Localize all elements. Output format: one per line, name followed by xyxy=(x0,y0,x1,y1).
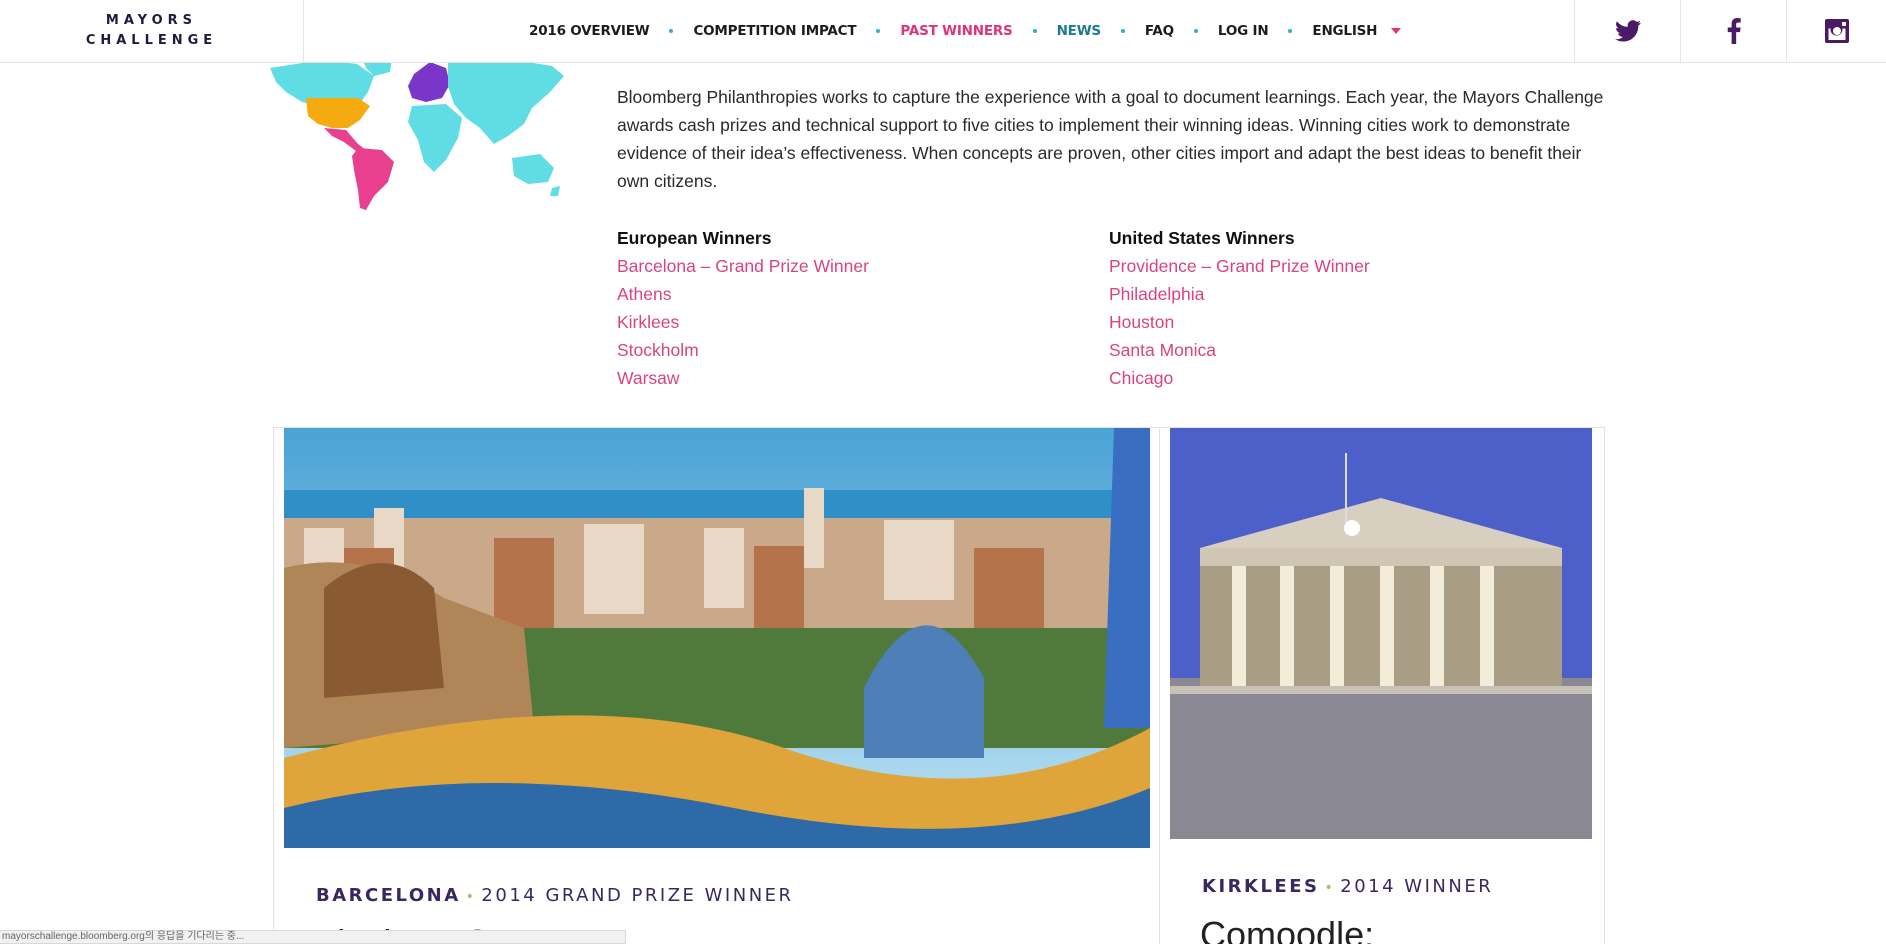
logo-line-1: MAYORS xyxy=(105,13,198,28)
winner-link-santa-monica[interactable]: Santa Monica xyxy=(1109,336,1370,364)
nav-2016-overview[interactable]: 2016 OVERVIEW xyxy=(529,23,650,39)
twitter-icon xyxy=(1614,20,1641,42)
instagram-icon xyxy=(1824,19,1849,43)
us-winners-list: United States Winners Providence – Grand… xyxy=(1109,224,1370,392)
winner-link-stockholm[interactable]: Stockholm xyxy=(617,336,869,364)
winner-card-barcelona[interactable]: BARCELONA•2014 GRAND PRIZE WINNER Vincle… xyxy=(273,427,1160,944)
card-meta-barcelona: BARCELONA • 2014 GRAND PRIZE WINNER xyxy=(316,885,794,906)
twitter-link[interactable] xyxy=(1574,0,1680,62)
nav-separator xyxy=(669,29,674,33)
nav-faq[interactable]: FAQ xyxy=(1145,23,1174,39)
nav-separator xyxy=(876,29,881,33)
card-city: KIRKLEES xyxy=(1202,876,1320,897)
browser-status-bar: mayorschallenge.bloomberg.org의 응답을 기다리는 … xyxy=(0,930,626,944)
winner-link-providence[interactable]: Providence – Grand Prize Winner xyxy=(1109,252,1370,280)
winner-link-kirklees[interactable]: Kirklees xyxy=(617,308,869,336)
winner-link-philadelphia[interactable]: Philadelphia xyxy=(1109,280,1370,308)
facebook-icon xyxy=(1727,18,1741,44)
winner-link-houston[interactable]: Houston xyxy=(1109,308,1370,336)
nav-competition-impact[interactable]: COMPETITION IMPACT xyxy=(693,23,856,39)
main-nav: 2016 OVERVIEW COMPETITION IMPACT PAST WI… xyxy=(529,0,1402,62)
nav-separator xyxy=(1120,29,1125,33)
intro-paragraph: Bloomberg Philanthropies works to captur… xyxy=(617,87,1604,191)
european-winners-heading: European Winners xyxy=(617,228,772,248)
card-city: BARCELONA xyxy=(316,885,461,906)
european-winners-list: European Winners Barcelona – Grand Prize… xyxy=(617,224,869,392)
nav-separator xyxy=(1288,29,1293,33)
nav-past-winners[interactable]: PAST WINNERS xyxy=(900,23,1012,39)
facebook-link[interactable] xyxy=(1680,0,1786,62)
winner-link-warsaw[interactable]: Warsaw xyxy=(617,364,869,392)
barcelona-photo xyxy=(284,428,1150,848)
nav-separator xyxy=(1032,29,1037,33)
world-map-illustration xyxy=(270,58,564,210)
card-award: 2014 WINNER xyxy=(1340,876,1494,897)
winner-link-chicago[interactable]: Chicago xyxy=(1109,364,1370,392)
winner-card-kirklees[interactable]: KIRKLEES • 2014 WINNER Comoodle: xyxy=(1159,427,1605,944)
language-select[interactable]: ENGLISH xyxy=(1312,23,1377,39)
us-winners-heading: United States Winners xyxy=(1109,228,1295,248)
winner-link-athens[interactable]: Athens xyxy=(617,280,869,308)
chevron-down-icon[interactable] xyxy=(1391,28,1402,34)
nav-separator xyxy=(1193,29,1198,33)
card-meta-kirklees: KIRKLEES • 2014 WINNER xyxy=(1202,876,1494,897)
card-award: 2014 GRAND PRIZE WINNER xyxy=(481,885,794,906)
instagram-link[interactable] xyxy=(1786,0,1886,62)
nav-log-in[interactable]: LOG IN xyxy=(1218,23,1269,39)
winner-link-barcelona[interactable]: Barcelona – Grand Prize Winner xyxy=(617,252,869,280)
kirklees-photo xyxy=(1170,428,1592,839)
card-title-kirklees[interactable]: Comoodle: xyxy=(1200,914,1374,944)
logo[interactable]: MAYORS CHALLENGE xyxy=(0,0,304,62)
logo-line-2: CHALLENGE xyxy=(85,33,218,48)
nav-news[interactable]: NEWS xyxy=(1057,23,1102,39)
site-header: MAYORS CHALLENGE 2016 OVERVIEW COMPETITI… xyxy=(0,0,1886,63)
